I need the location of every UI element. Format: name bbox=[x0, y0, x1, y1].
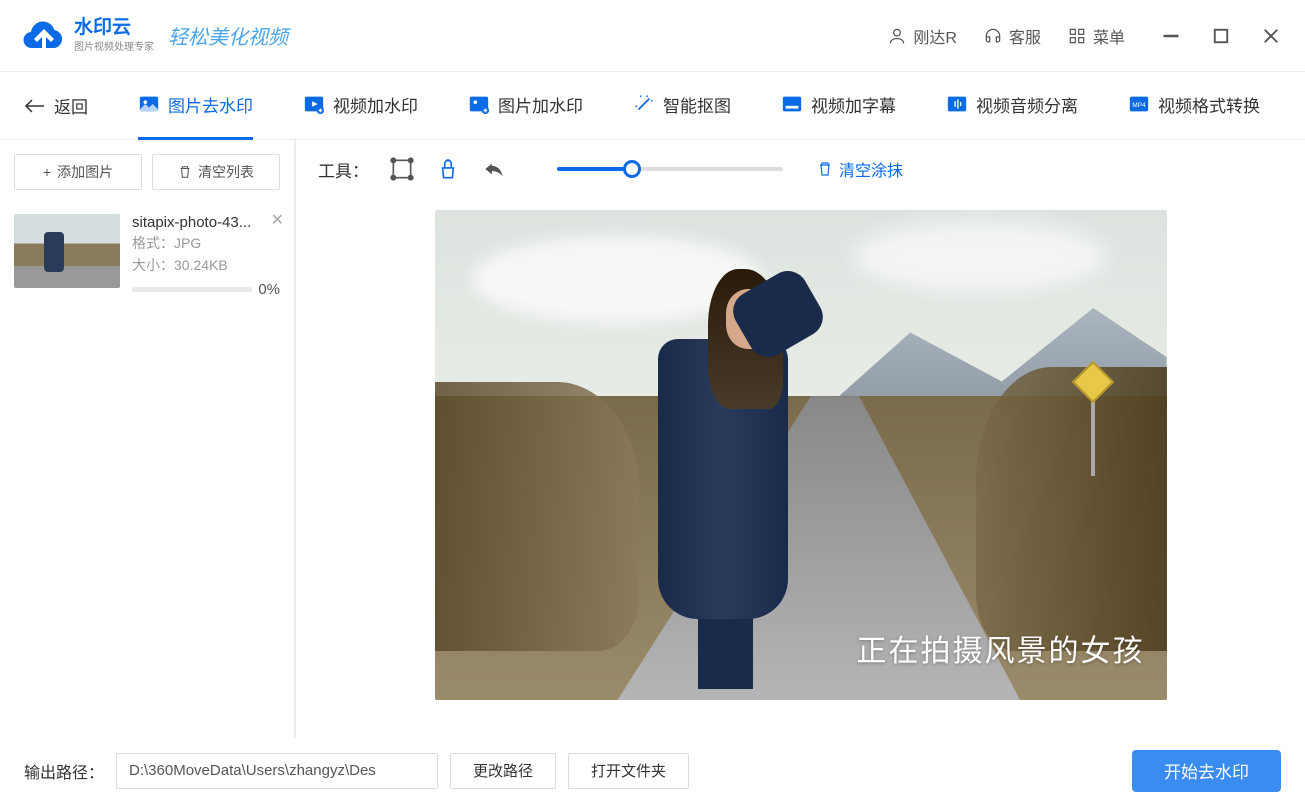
logo-subtitle: 图片视频处理专家 bbox=[74, 38, 154, 53]
nav-bar: 返回 图片去水印 视频加水印 图片加水印 智能抠图 视频加字幕 视频音频分离 M… bbox=[0, 72, 1305, 140]
image-plus-icon bbox=[468, 93, 490, 115]
tool-label: 工具： bbox=[318, 157, 369, 182]
clear-list-button[interactable]: 清空列表 bbox=[152, 154, 280, 190]
add-image-label: 添加图片 bbox=[57, 162, 113, 182]
grid-icon bbox=[1067, 26, 1087, 46]
footer: 输出路径： 更改路径 打开文件夹 开始去水印 bbox=[0, 738, 1305, 802]
tab-label: 智能抠图 bbox=[663, 92, 731, 117]
add-image-button[interactable]: + 添加图片 bbox=[14, 154, 142, 190]
tab-video-add-watermark[interactable]: 视频加水印 bbox=[303, 72, 418, 140]
tab-image-add-watermark[interactable]: 图片加水印 bbox=[468, 72, 583, 140]
arrow-left-icon bbox=[24, 98, 46, 114]
select-tool[interactable] bbox=[389, 156, 415, 182]
user-icon bbox=[887, 26, 907, 46]
progress-text: 0% bbox=[258, 281, 280, 298]
toolbar: 工具： 清空涂抹 bbox=[296, 140, 1305, 198]
tab-video-audio-split[interactable]: 视频音频分离 bbox=[946, 72, 1078, 140]
open-folder-button[interactable]: 打开文件夹 bbox=[568, 753, 689, 789]
start-button[interactable]: 开始去水印 bbox=[1132, 750, 1281, 792]
logo-icon bbox=[20, 19, 64, 51]
back-label: 返回 bbox=[54, 93, 88, 118]
clear-smear-label: 清空涂抹 bbox=[839, 157, 903, 181]
sidebar: + 添加图片 清空列表 sitapix-photo-43... 格式：JPG 大… bbox=[0, 140, 296, 738]
video-icon bbox=[303, 93, 325, 115]
canvas-area: 正在拍摄风景的女孩 bbox=[296, 198, 1305, 738]
video-audio-icon bbox=[946, 93, 968, 115]
headset-icon bbox=[983, 26, 1003, 46]
file-format: 格式：JPG bbox=[132, 233, 280, 253]
trash-icon bbox=[817, 161, 833, 177]
brush-tool[interactable] bbox=[435, 156, 461, 182]
file-thumbnail bbox=[14, 214, 120, 288]
file-name: sitapix-photo-43... bbox=[132, 214, 280, 231]
magic-wand-icon bbox=[633, 93, 655, 115]
clear-list-label: 清空列表 bbox=[198, 162, 254, 182]
image-icon bbox=[138, 93, 160, 115]
remove-file-button[interactable]: ✕ bbox=[271, 210, 284, 230]
logo-title: 水印云 bbox=[74, 18, 154, 39]
menu-button[interactable]: 菜单 bbox=[1067, 24, 1125, 48]
file-item[interactable]: sitapix-photo-43... 格式：JPG 大小：30.24KB 0%… bbox=[0, 204, 294, 308]
tab-label: 视频格式转换 bbox=[1158, 92, 1260, 117]
output-path-input[interactable] bbox=[116, 753, 438, 789]
tab-video-convert[interactable]: MP4 视频格式转换 bbox=[1128, 72, 1260, 140]
video-subtitle-icon bbox=[781, 93, 803, 115]
maximize-button[interactable] bbox=[1211, 26, 1231, 46]
user-button[interactable]: 刚达R bbox=[887, 24, 957, 48]
user-label: 刚达R bbox=[913, 24, 957, 48]
editor: 工具： 清空涂抹 bbox=[296, 140, 1305, 738]
tab-image-remove-watermark[interactable]: 图片去水印 bbox=[138, 72, 253, 140]
main-content: + 添加图片 清空列表 sitapix-photo-43... 格式：JPG 大… bbox=[0, 140, 1305, 738]
close-button[interactable] bbox=[1261, 26, 1281, 46]
svg-text:MP4: MP4 bbox=[1132, 102, 1146, 109]
tab-label: 图片加水印 bbox=[498, 92, 583, 117]
slogan: 轻松美化视频 bbox=[168, 21, 288, 50]
tab-label: 视频加水印 bbox=[333, 92, 418, 117]
trash-icon bbox=[178, 165, 192, 179]
menu-label: 菜单 bbox=[1093, 24, 1125, 48]
plus-icon: + bbox=[43, 164, 51, 180]
support-label: 客服 bbox=[1009, 24, 1041, 48]
change-path-button[interactable]: 更改路径 bbox=[450, 753, 556, 789]
tab-label: 视频音频分离 bbox=[976, 92, 1078, 117]
file-size: 大小：30.24KB bbox=[132, 255, 280, 275]
brush-size-slider[interactable] bbox=[557, 167, 783, 171]
tab-smart-cutout[interactable]: 智能抠图 bbox=[633, 72, 731, 140]
minimize-button[interactable] bbox=[1161, 26, 1181, 46]
canvas[interactable]: 正在拍摄风景的女孩 bbox=[435, 210, 1167, 700]
support-button[interactable]: 客服 bbox=[983, 24, 1041, 48]
logo: 水印云 图片视频处理专家 bbox=[20, 18, 154, 54]
output-path-label: 输出路径： bbox=[24, 759, 104, 783]
title-bar: 水印云 图片视频处理专家 轻松美化视频 刚达R 客服 菜单 bbox=[0, 0, 1305, 72]
video-convert-icon: MP4 bbox=[1128, 93, 1150, 115]
undo-tool[interactable] bbox=[481, 156, 507, 182]
tab-label: 图片去水印 bbox=[168, 92, 253, 117]
tab-label: 视频加字幕 bbox=[811, 92, 896, 117]
watermark-text: 正在拍摄风景的女孩 bbox=[857, 626, 1145, 670]
clear-smear-button[interactable]: 清空涂抹 bbox=[817, 157, 903, 181]
back-button[interactable]: 返回 bbox=[24, 93, 88, 118]
tab-video-subtitle[interactable]: 视频加字幕 bbox=[781, 72, 896, 140]
progress-bar bbox=[132, 287, 252, 292]
